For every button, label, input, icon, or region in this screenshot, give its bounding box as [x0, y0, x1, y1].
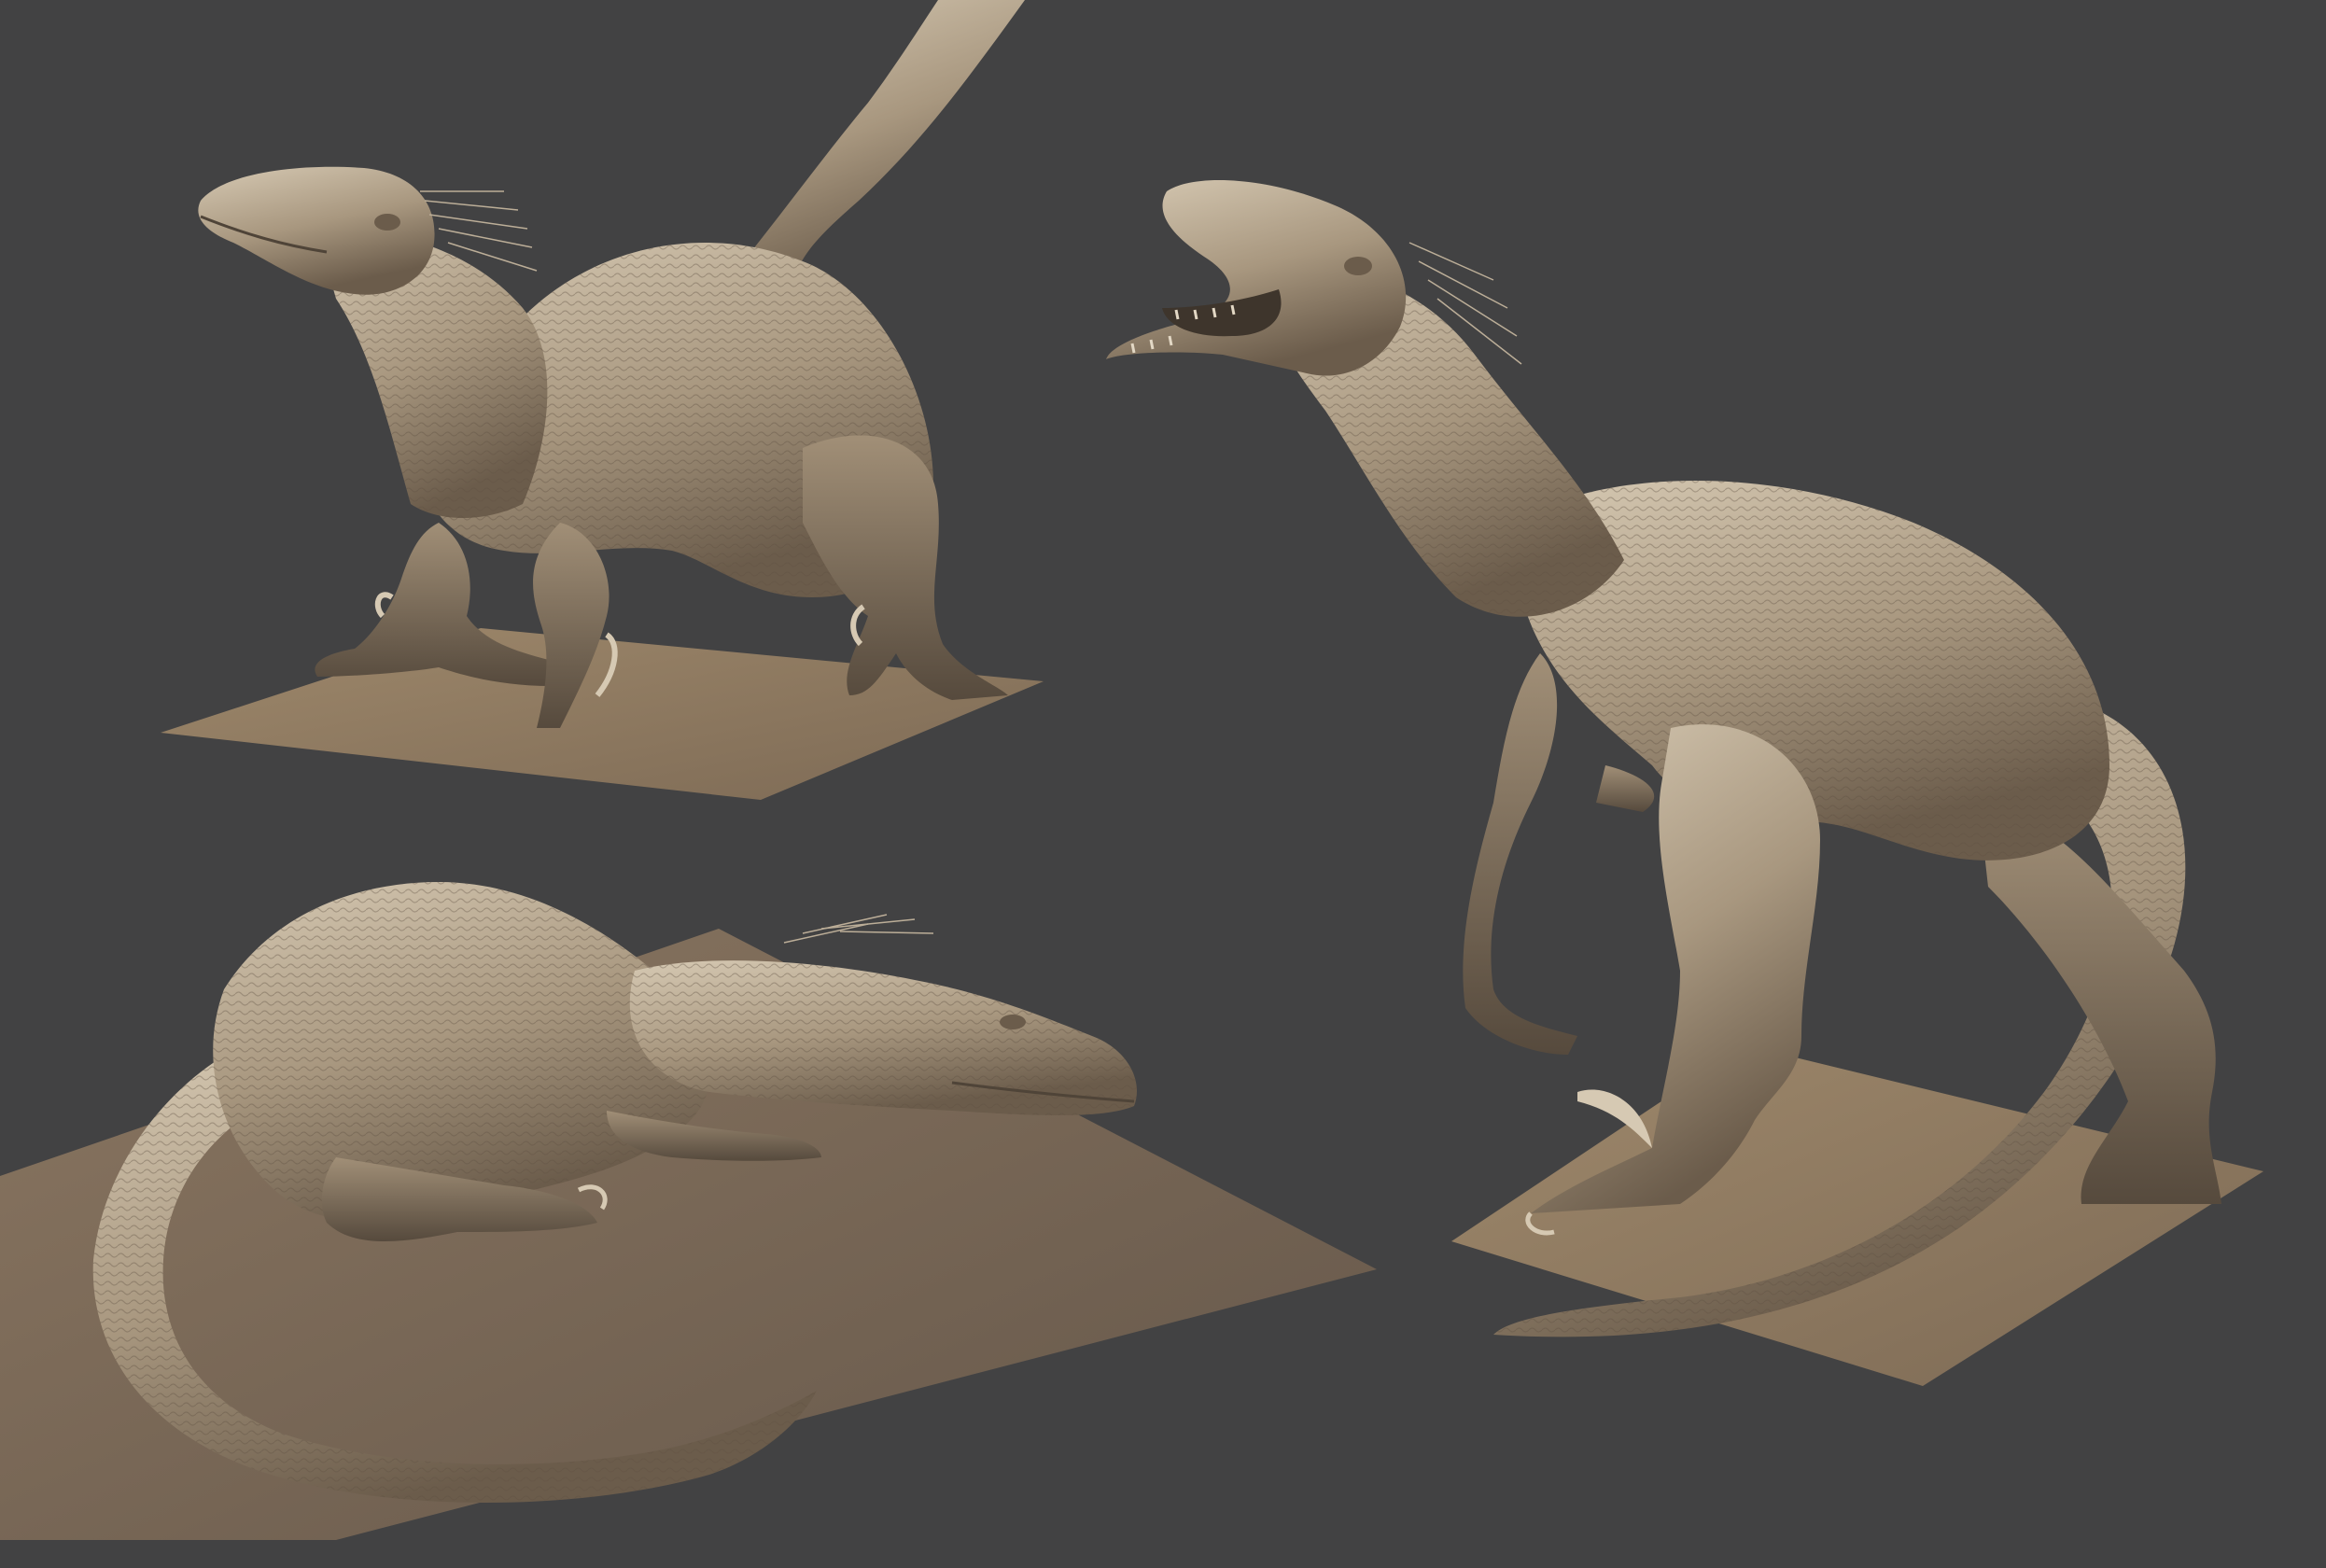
roaring-arm	[1463, 653, 1577, 1055]
raptor-crouching-model	[161, 0, 1044, 800]
crouching-tail	[728, 0, 1025, 280]
crouching-head	[198, 166, 435, 295]
crouching-hind-leg	[803, 435, 1008, 700]
sculpt-render	[0, 0, 2263, 1540]
resting-quills	[783, 914, 934, 944]
raptor-roaring-model	[1106, 180, 2263, 1386]
raptor-resting-model	[0, 882, 1377, 1540]
resting-eye	[1000, 1015, 1026, 1029]
viewport-canvas	[0, 0, 2326, 1568]
